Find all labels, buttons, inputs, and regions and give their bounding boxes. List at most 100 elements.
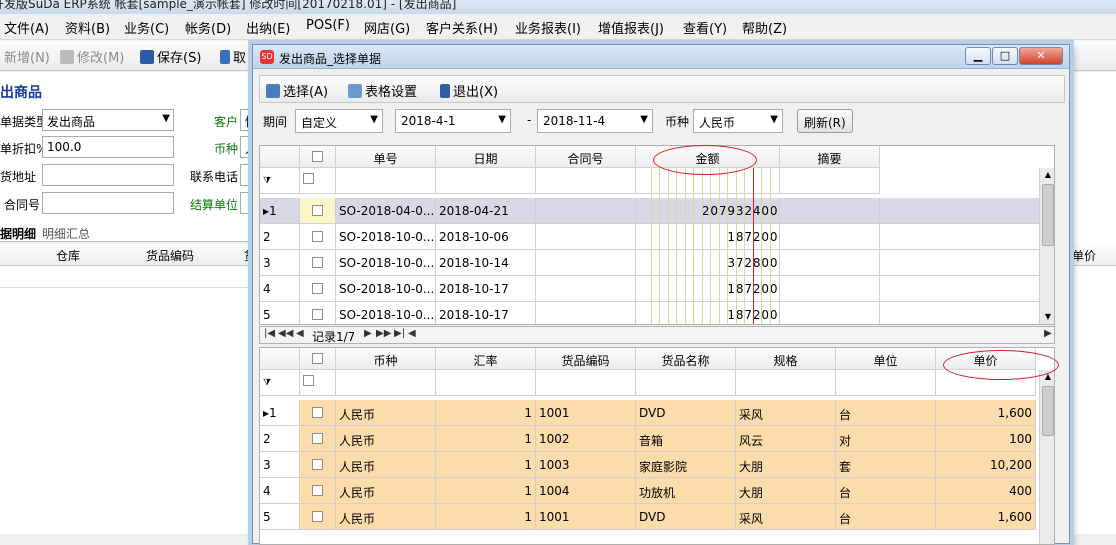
select-button[interactable]: 选择(A) [266, 81, 328, 100]
currency-cell[interactable]: 人民币 [336, 478, 436, 504]
date-cell[interactable]: 2018-10-06 [436, 224, 536, 250]
scroll-left-icon[interactable]: ◀ [408, 328, 416, 339]
detail-grid-row[interactable] [0, 266, 260, 288]
exchange-rate-cell[interactable]: 1 [436, 426, 536, 452]
row-select-cell[interactable] [300, 400, 336, 426]
amount-cell[interactable]: 002781 [636, 224, 780, 250]
unit-cell[interactable]: 对 [836, 426, 936, 452]
unit-cell[interactable]: 台 [836, 478, 936, 504]
goods-code-cell[interactable]: 1002 [536, 426, 636, 452]
goods-name-cell[interactable]: 音箱 [636, 426, 736, 452]
filter-row-checkbox[interactable] [300, 370, 336, 396]
menu-item-4[interactable]: 帐务(D) [185, 18, 231, 37]
contract-cell[interactable] [536, 302, 636, 324]
menu-item-8[interactable]: 客户关系(H) [426, 18, 498, 37]
select-all-header[interactable] [300, 348, 336, 370]
doc-no-cell[interactable]: SO-2018-10-0... [336, 302, 436, 324]
summary-cell[interactable] [780, 250, 880, 276]
row-checkbox[interactable] [312, 257, 323, 268]
unit-price-cell[interactable]: 10,200 [936, 452, 1036, 478]
goods-name-cell[interactable]: 功放机 [636, 478, 736, 504]
documents-vscrollbar[interactable]: ▲ ▼ [1039, 168, 1054, 324]
amount-cell[interactable]: 004239702 [636, 198, 780, 224]
row-select-cell[interactable] [300, 302, 336, 324]
date-cell[interactable]: 2018-10-17 [436, 302, 536, 324]
minimize-button[interactable]: ▁ [965, 47, 991, 65]
col-date[interactable]: 日期 [436, 146, 536, 168]
amount-cell[interactable]: 002781 [636, 302, 780, 324]
summary-cell[interactable] [780, 302, 880, 324]
summary-cell[interactable] [780, 276, 880, 302]
menu-item-1[interactable]: 文件(A) [4, 18, 49, 37]
unit-cell[interactable]: 台 [836, 504, 936, 530]
menu-item-3[interactable]: 业务(C) [124, 18, 169, 37]
last-record-icon[interactable]: ▶| [394, 328, 405, 339]
scroll-up-icon[interactable]: ▲ [1040, 168, 1054, 182]
col-goods-code[interactable]: 货品编码 [536, 348, 636, 370]
row-select-cell[interactable] [300, 224, 336, 250]
col-doc-no[interactable]: 单号 [336, 146, 436, 168]
row-checkbox[interactable] [312, 407, 323, 418]
filter-row-indicator[interactable]: ⧩ [260, 370, 300, 396]
goods-code-cell[interactable]: 1001 [536, 504, 636, 530]
date-cell[interactable]: 2018-10-14 [436, 250, 536, 276]
menu-item-2[interactable]: 资料(B) [65, 18, 110, 37]
filter-cell[interactable] [436, 370, 536, 396]
row-select-cell[interactable] [300, 504, 336, 530]
menu-item-12[interactable]: 帮助(Z) [742, 18, 787, 37]
col-contract-no[interactable]: 合同号 [536, 146, 636, 168]
contract-cell[interactable] [536, 224, 636, 250]
spec-cell[interactable]: 采风 [736, 400, 836, 426]
doc-type-select[interactable]: 发出商品 ▼ [42, 109, 174, 131]
menu-item-11[interactable]: 查看(Y) [683, 18, 727, 37]
currency-cell[interactable]: 人民币 [336, 452, 436, 478]
row-checkbox[interactable] [312, 459, 323, 470]
goods-name-cell[interactable]: DVD [636, 504, 736, 530]
row-checkbox[interactable] [312, 511, 323, 522]
discount-field[interactable]: 100.0 [42, 136, 174, 158]
spec-cell[interactable]: 采风 [736, 504, 836, 530]
goods-code-cell[interactable]: 1001 [536, 400, 636, 426]
unit-price-cell[interactable]: 400 [936, 478, 1036, 504]
row-select-cell[interactable] [300, 198, 336, 224]
row-checkbox[interactable] [312, 205, 323, 216]
row-select-cell[interactable] [300, 478, 336, 504]
date-from-picker[interactable]: 2018-4-1 ▼ [395, 109, 511, 133]
row-select-cell[interactable] [300, 276, 336, 302]
select-all-header[interactable] [300, 146, 336, 168]
goods-vscrollbar[interactable]: ▲ [1039, 370, 1054, 544]
row-checkbox[interactable] [312, 353, 323, 364]
col-goods-name[interactable]: 货品名称 [636, 348, 736, 370]
col-exchange-rate[interactable]: 汇率 [436, 348, 536, 370]
col-currency[interactable]: 币种 [336, 348, 436, 370]
filter-cell[interactable] [780, 168, 880, 194]
amount-cell[interactable]: 002781 [636, 276, 780, 302]
row-select-cell[interactable] [300, 452, 336, 478]
filter-row-checkbox[interactable] [300, 168, 336, 194]
col-spec[interactable]: 规格 [736, 348, 836, 370]
period-select[interactable]: 自定义 ▼ [295, 109, 383, 133]
scroll-right-icon[interactable]: ▶ [1044, 328, 1052, 339]
prev-page-icon[interactable]: ◀◀ [278, 328, 293, 339]
doc-no-cell[interactable]: SO-2018-10-0... [336, 276, 436, 302]
unit-cell[interactable]: 套 [836, 452, 936, 478]
goods-name-cell[interactable]: 家庭影院 [636, 452, 736, 478]
currency-filter-select[interactable]: 人民币 ▼ [693, 109, 783, 133]
menu-item-10[interactable]: 增值报表(J) [598, 18, 664, 37]
spec-cell[interactable]: 大朋 [736, 452, 836, 478]
row-checkbox[interactable] [312, 283, 323, 294]
scroll-thumb[interactable] [1042, 386, 1054, 436]
menu-item-6[interactable]: POS(F) [306, 18, 350, 33]
filter-cell[interactable] [336, 370, 436, 396]
summary-cell[interactable] [780, 224, 880, 250]
goods-code-cell[interactable]: 1004 [536, 478, 636, 504]
maximize-button[interactable]: □ [992, 47, 1018, 65]
row-select-cell[interactable] [300, 426, 336, 452]
filter-cell[interactable] [536, 370, 636, 396]
currency-cell[interactable]: 人民币 [336, 504, 436, 530]
exchange-rate-cell[interactable]: 1 [436, 504, 536, 530]
scroll-thumb[interactable] [1042, 184, 1054, 246]
exchange-rate-cell[interactable]: 1 [436, 478, 536, 504]
exchange-rate-cell[interactable]: 1 [436, 452, 536, 478]
row-select-cell[interactable] [300, 250, 336, 276]
